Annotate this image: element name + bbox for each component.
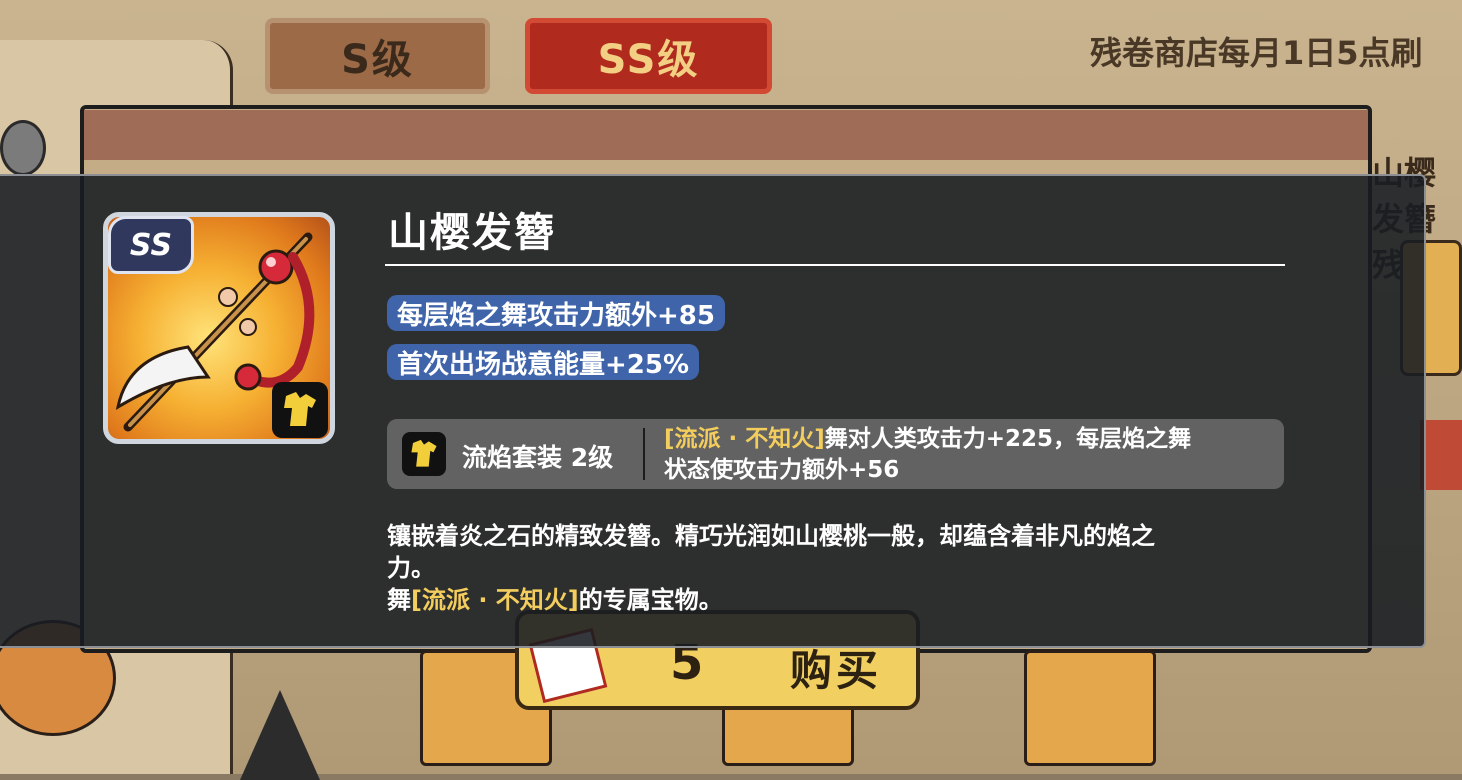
set-name: 流焰套装 2级 bbox=[462, 443, 614, 472]
item-title: 山樱发簪 bbox=[388, 210, 556, 256]
stat-bonus-1: 每层焰之舞攻击力额外+85 bbox=[387, 295, 725, 331]
character-ornament bbox=[0, 120, 46, 176]
set-effect: [流派 · 不知火]舞对人类攻击力+225，每层焰之舞 状态使攻击力额外+56 bbox=[664, 424, 1274, 486]
description-line2: 力。 bbox=[387, 554, 435, 582]
owner-line: 舞[流派 · 不知火]的专属宝物。 bbox=[387, 584, 1287, 616]
set-effect-line1: 舞对人类攻击力+225，每层焰之舞 bbox=[824, 426, 1192, 452]
shop-item-panel-header bbox=[84, 110, 1368, 160]
description-line1: 镶嵌着炎之石的精致发簪。精巧光润如山樱桃一般，却蕴含着非凡的焰之 bbox=[387, 522, 1155, 550]
stat-bonus-2: 首次出场战意能量+25% bbox=[387, 344, 700, 380]
item-description: 镶嵌着炎之石的精致发簪。精巧光润如山樱桃一般，却蕴含着非凡的焰之 力。 舞[流派… bbox=[387, 520, 1287, 616]
shuriken-decoration bbox=[240, 690, 320, 780]
owner-school-tag: [流派 · 不知火] bbox=[411, 586, 579, 614]
side-item-button[interactable] bbox=[1420, 420, 1462, 490]
shirt-set-icon bbox=[402, 432, 446, 476]
shirt-glyph bbox=[411, 439, 437, 467]
shirt-glyph bbox=[284, 392, 316, 426]
shirt-set-icon bbox=[272, 382, 328, 438]
tab-s-grade[interactable]: S级 bbox=[265, 18, 490, 94]
set-effect-line2: 状态使攻击力额外+56 bbox=[664, 457, 900, 483]
owner-suffix: 的专属宝物。 bbox=[578, 586, 723, 614]
school-tag: [流派 · 不知火] bbox=[664, 426, 825, 452]
shop-card[interactable] bbox=[1024, 650, 1156, 766]
title-divider bbox=[385, 264, 1285, 266]
tab-ss-grade[interactable]: SS级 bbox=[525, 18, 772, 94]
owner-prefix: 舞 bbox=[387, 586, 411, 614]
ss-grade-badge: SS bbox=[108, 216, 194, 274]
shop-refresh-notice: 残卷商店每月1日5点刷 bbox=[1090, 34, 1423, 72]
set-divider bbox=[643, 428, 645, 480]
